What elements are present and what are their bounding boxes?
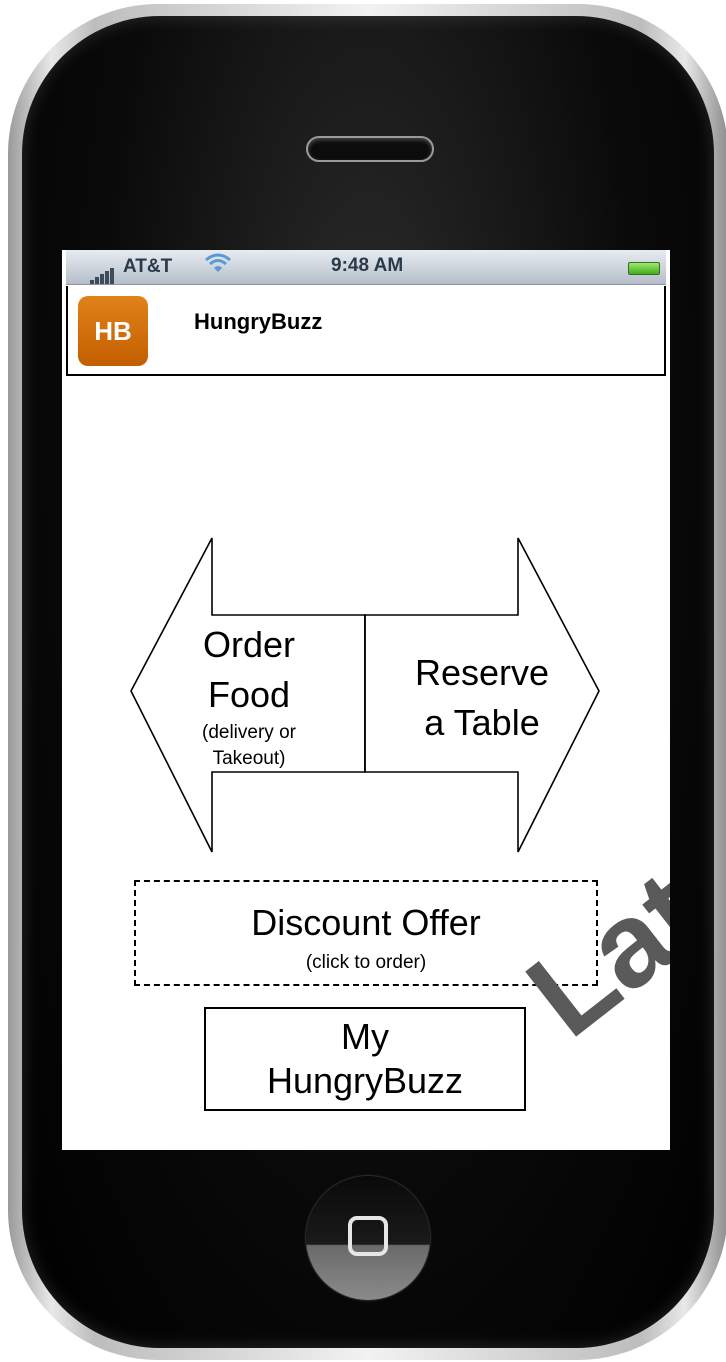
home-square-icon (348, 1216, 388, 1256)
order-food-subtitle: (delivery or Takeout) (167, 720, 331, 772)
my-hungrybuzz-line2: HungryBuzz (266, 1060, 464, 1101)
phone-screen: AT&T 9:48 AM HB HungryBuzz Order Food (d… (62, 250, 670, 1150)
speaker-grille (306, 136, 434, 162)
order-food-line1: Order (202, 624, 296, 665)
reserve-line1: Reserve (414, 652, 550, 693)
home-button[interactable] (306, 1176, 430, 1300)
order-food-label[interactable]: Order Food (167, 620, 331, 720)
order-sub-line1: (delivery or (202, 722, 296, 743)
order-sub-line2: Takeout) (212, 748, 286, 769)
my-hungrybuzz-button[interactable]: My HungryBuzz (204, 1007, 526, 1111)
order-food-line2: Food (207, 674, 291, 715)
reserve-line2: a Table (424, 702, 540, 743)
my-hungrybuzz-line1: My (341, 1016, 389, 1057)
reserve-table-label[interactable]: Reserve a Table (382, 648, 582, 748)
